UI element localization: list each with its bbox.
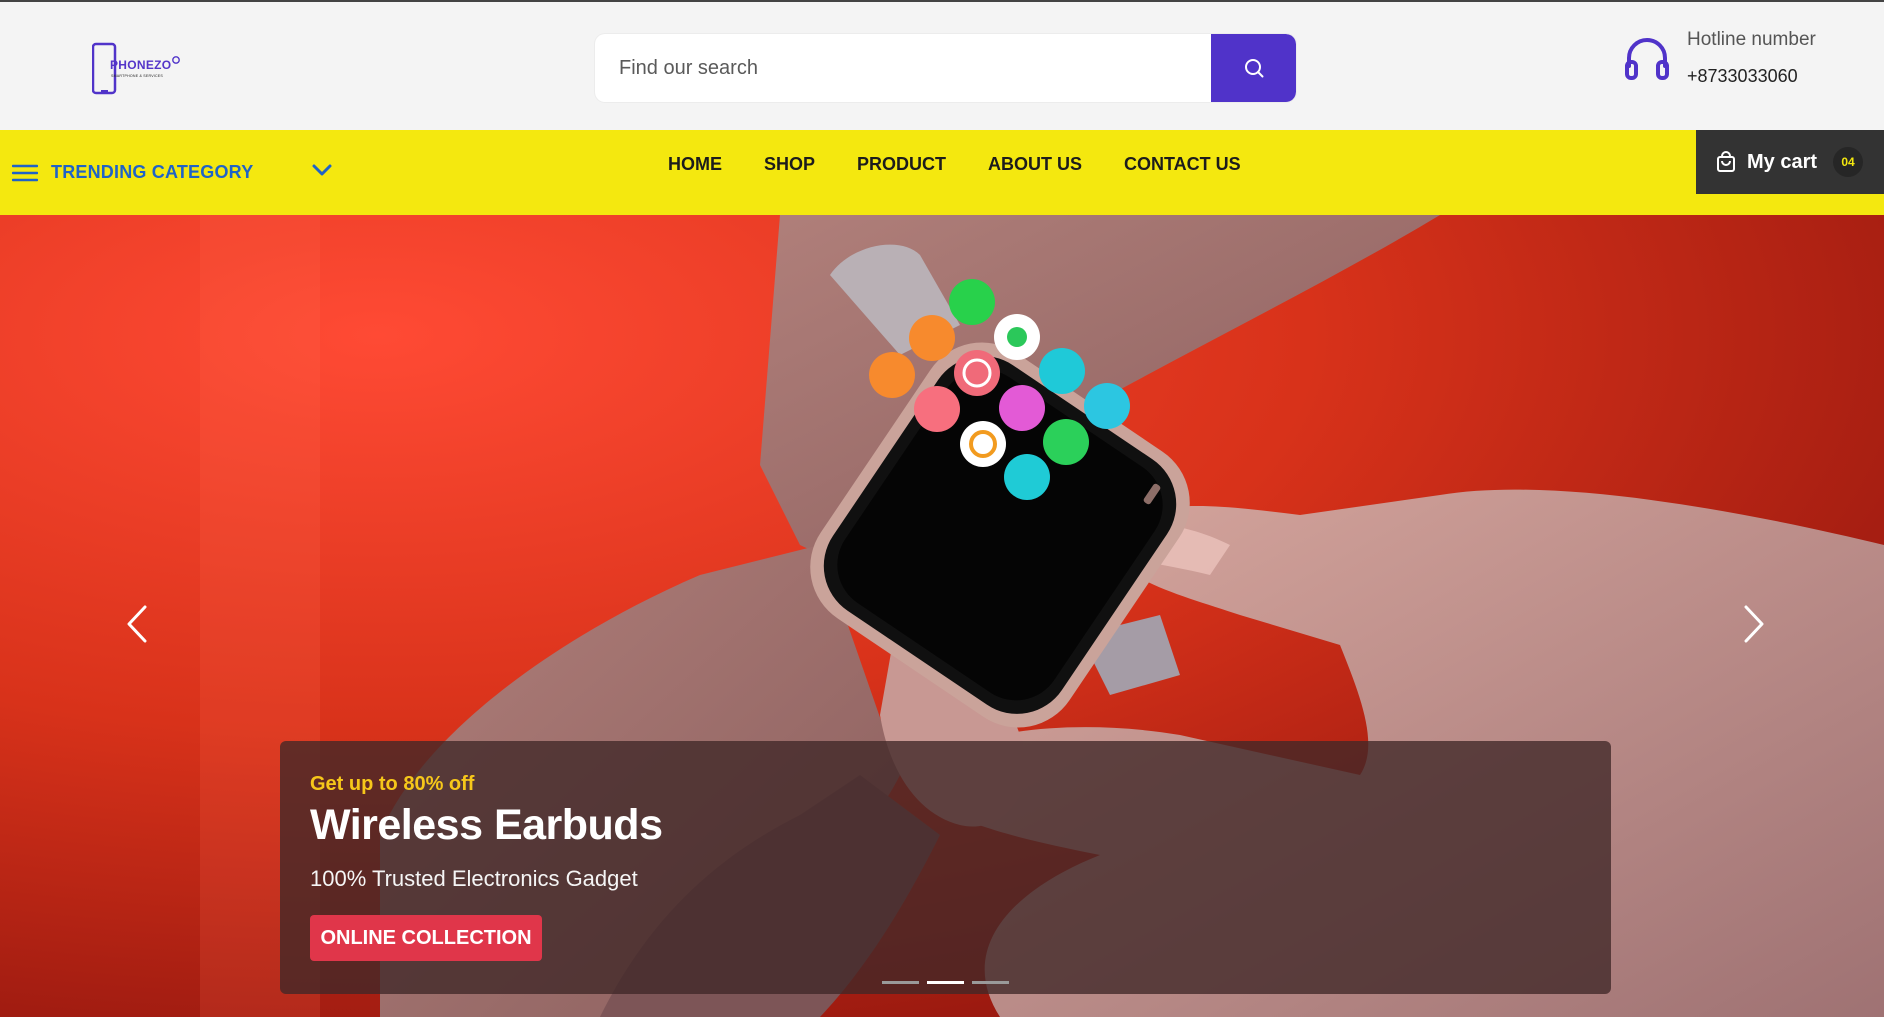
slide-caption-panel: Get up to 80% off Wireless Earbuds 100% …: [280, 741, 1611, 994]
trending-category-dropdown[interactable]: TRENDING CATEGORY: [12, 130, 342, 215]
slide-title: Wireless Earbuds: [310, 801, 663, 849]
slider-prev-arrow[interactable]: [118, 599, 158, 649]
slider-dot-2[interactable]: [927, 981, 964, 984]
hero-slider: Get up to 80% off Wireless Earbuds 100% …: [0, 215, 1884, 1017]
logo-tagline: SMARTPHONE & SERVICES: [111, 74, 163, 78]
search-icon: [1244, 59, 1263, 78]
hotline-number[interactable]: +8733033060: [1687, 66, 1798, 87]
trending-category-label: TRENDING CATEGORY: [51, 162, 254, 182]
main-nav-bar: TRENDING CATEGORY HOME SHOP PRODUCT ABOU…: [0, 130, 1884, 215]
search-button[interactable]: [1211, 34, 1296, 102]
hotline-label: Hotline number: [1687, 29, 1816, 50]
search-input[interactable]: [595, 34, 1211, 102]
chevron-left-icon: [127, 605, 147, 643]
hamburger-menu-icon: [12, 164, 38, 181]
chevron-right-icon: [1744, 605, 1764, 643]
promo-text: Get up to 80% off: [310, 773, 475, 795]
logo-wordmark: PHONEZO: [110, 58, 172, 72]
slider-pagination: [882, 981, 1017, 984]
nav-link-home[interactable]: HOME: [668, 154, 722, 175]
headphones-icon: [1625, 38, 1669, 80]
my-cart-button[interactable]: My cart 04: [1696, 130, 1884, 194]
online-collection-button[interactable]: ONLINE COLLECTION: [310, 915, 542, 961]
nav-link-shop[interactable]: SHOP: [764, 154, 815, 175]
my-cart-label: My cart: [1747, 150, 1818, 173]
chevron-down-icon: [312, 164, 332, 176]
cart-count-badge: 04: [1833, 147, 1863, 177]
top-header: PHONEZO SMARTPHONE & SERVICES Hotline nu…: [0, 0, 1884, 130]
site-logo[interactable]: PHONEZO SMARTPHONE & SERVICES: [92, 42, 192, 96]
page-bottom-strip: [0, 1017, 1884, 1026]
nav-link-contact-us[interactable]: CONTACT US: [1124, 154, 1241, 175]
slide-subtitle: 100% Trusted Electronics Gadget: [310, 866, 638, 891]
shopping-bag-icon: [1717, 151, 1735, 172]
slider-dot-1[interactable]: [882, 981, 919, 984]
nav-link-about-us[interactable]: ABOUT US: [988, 154, 1082, 175]
slider-dot-3[interactable]: [972, 981, 1009, 984]
search-bar: [595, 34, 1296, 102]
nav-link-product[interactable]: PRODUCT: [857, 154, 946, 175]
nav-links: HOME SHOP PRODUCT ABOUT US CONTACT US: [668, 130, 1283, 215]
slider-next-arrow[interactable]: [1733, 599, 1773, 649]
